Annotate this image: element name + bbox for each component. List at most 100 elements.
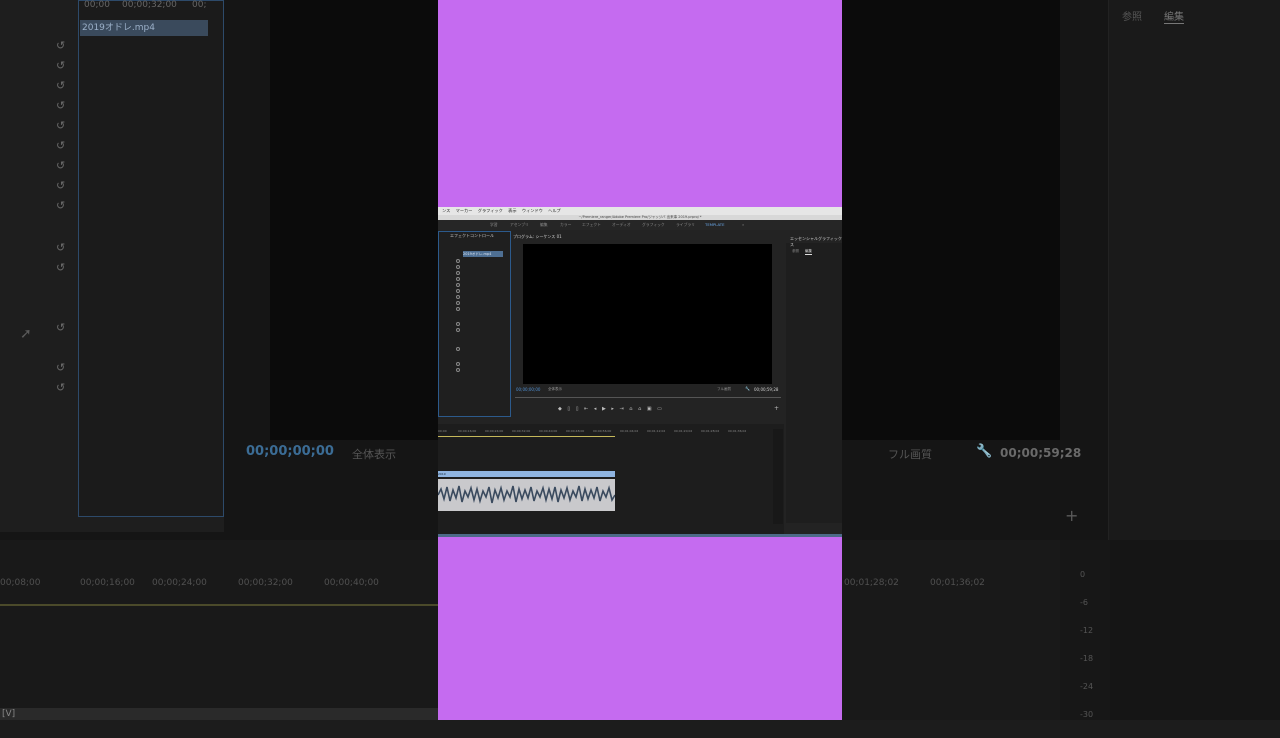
reset-icon: ↺ [56, 119, 66, 132]
reset-icon: ↺ [56, 361, 66, 374]
reset-icon: ↺ [56, 261, 66, 274]
bg-ruler-label: 00;00;40;00 [324, 578, 379, 588]
work-area-bar[interactable] [438, 436, 615, 437]
ruler-label: 00;00;32;00 [512, 429, 531, 433]
cursor-icon: ➚ [20, 326, 32, 342]
ruler-label: 00;00;56;00 [593, 429, 612, 433]
program-duration: 00;00;59;28 [754, 387, 779, 392]
ruler-label: 00;00;16;00 [458, 429, 477, 433]
quality-select[interactable]: フル画質 [717, 387, 731, 392]
program-timecode[interactable]: 00;00;00;00 [516, 387, 540, 392]
reset-icon[interactable] [456, 328, 460, 332]
tab-browse[interactable]: 参照 [792, 249, 799, 254]
reset-icon[interactable] [456, 265, 460, 269]
reset-icon[interactable] [456, 307, 460, 311]
ruler-label: 00;01;20;02 [674, 429, 693, 433]
audio-clip[interactable] [438, 479, 615, 511]
scrub-bar[interactable] [515, 397, 781, 398]
workspace-tab[interactable]: アセンブリ [510, 220, 529, 230]
reset-icon[interactable] [456, 368, 460, 372]
reset-icon[interactable] [456, 347, 460, 351]
menu-item[interactable]: ウィンドウ [522, 208, 543, 213]
bg-ruler-label: 00;00;16;00 [80, 578, 135, 588]
reset-icon: ↺ [56, 39, 66, 52]
add-button-icon[interactable]: + [774, 405, 779, 412]
workspace-tab[interactable]: カラー [560, 220, 571, 230]
workspace-tab[interactable]: エフェクト [582, 220, 601, 230]
workspace-tab[interactable]: 編集 [540, 220, 548, 230]
workspace-tab[interactable]: 学習 [490, 220, 498, 230]
ruler-label: 00;01;12;02 [647, 429, 666, 433]
reset-icon: ↺ [56, 179, 66, 192]
workspace-tabs: 学習 アセンブリ 編集 カラー エフェクト オーディオ グラフィック ライブラリ… [438, 220, 842, 230]
reset-icon: ↺ [56, 321, 66, 334]
bg-ruler-label: 00;00;32;00 [238, 578, 293, 588]
ruler-label: 00;00 [438, 429, 447, 433]
reset-icon[interactable] [456, 362, 460, 366]
premiere-screenshot: ンス マーカー グラフィック 表示 ウィンドウ ヘルプ ~/Premiere_r… [438, 207, 842, 537]
workspace-tab[interactable]: グラフィック [642, 220, 665, 230]
effect-clip-bar[interactable]: 2019オドレ.mp4 [463, 251, 503, 257]
video-clip[interactable]: 2019 [438, 471, 615, 477]
ruler-label: 00;01;36;02 [728, 429, 747, 433]
bg-quality: フル画質 [888, 448, 932, 461]
menu-item[interactable]: マーカー [456, 208, 473, 213]
bg-ruler-label: 00;08;00 [0, 578, 41, 588]
reset-icon[interactable] [456, 283, 460, 287]
program-monitor-title[interactable]: プログラム: シーケンス 01 [513, 234, 562, 240]
waveform-graphic [438, 484, 615, 505]
reset-icon: ↺ [56, 139, 66, 152]
effect-controls-panel [438, 231, 511, 417]
menubar: ンス マーカー グラフィック 表示 ウィンドウ ヘルプ [438, 207, 842, 215]
add-icon: + [1065, 506, 1079, 525]
bg-ruler-label: 00;01;28;02 [844, 578, 899, 588]
ruler-label: 00;00;40;00 [539, 429, 558, 433]
reset-icon[interactable] [456, 289, 460, 293]
program-monitor-view [523, 244, 772, 384]
bg-track-label: [V] [0, 708, 440, 720]
wrench-icon[interactable]: 🔧 [745, 386, 750, 391]
reset-icon[interactable] [456, 277, 460, 281]
reset-icon: ↺ [56, 99, 66, 112]
tab-edit[interactable]: 編集 [805, 249, 812, 255]
reset-icon[interactable] [456, 259, 460, 263]
menu-item[interactable]: グラフィック [478, 208, 503, 213]
audio-meter [773, 429, 783, 524]
bg-timecode-mid: 00;00;32;00 [122, 0, 177, 10]
bottom-strip [438, 534, 842, 537]
bg-timecode-left: 00;00 [84, 0, 110, 10]
effect-controls-title[interactable]: エフェクトコントロール [450, 233, 494, 239]
ruler-label: 00;00;24;00 [485, 429, 504, 433]
bg-program-time: 00;00;00;00 [246, 444, 334, 459]
reset-icon[interactable] [456, 271, 460, 275]
bg-ruler-label: 00;01;36;02 [930, 578, 985, 588]
bg-essential-graphics [1108, 0, 1280, 540]
menu-item[interactable]: 表示 [508, 208, 516, 213]
workspace-tab[interactable]: ライブラリ [676, 220, 695, 230]
reset-icon: ↺ [56, 241, 66, 254]
reset-icon: ↺ [56, 199, 66, 212]
transport-controls[interactable]: ◆ ▯ ▯ ⇤ ◂ ▶ ▸ ⇥ ⌂ ⌂ ▣ ▭ [558, 406, 664, 412]
wrench-icon: 🔧 [976, 444, 993, 459]
bg-zoom-fit: 全体表示 [352, 448, 396, 461]
reset-icon[interactable] [456, 295, 460, 299]
essential-graphics-title[interactable]: エッセンシャルグラフィックス [790, 236, 842, 248]
reset-icon[interactable] [456, 322, 460, 326]
menu-item[interactable]: ンス [442, 208, 450, 213]
reset-icon: ↺ [56, 79, 66, 92]
bg-clip-name: 2019オドレ.mp4 [80, 20, 208, 36]
workspace-tab[interactable]: オーディオ [612, 220, 631, 230]
reset-icon[interactable] [456, 301, 460, 305]
essential-graphics-panel [786, 243, 842, 523]
ruler-label: 00;01;04;02 [620, 429, 639, 433]
bg-ruler-label: 00;00;24;00 [152, 578, 207, 588]
bg-tab-browse: 参照 [1122, 12, 1142, 23]
workspace-tab-active[interactable]: TEMPLATE [705, 220, 725, 230]
ruler-label: 00;01;28;02 [701, 429, 720, 433]
bg-work-area-bar [0, 604, 440, 606]
ruler-label: 00;00;48;00 [566, 429, 585, 433]
zoom-fit-select[interactable]: 全体表示 [548, 387, 562, 392]
menu-item[interactable]: ヘルプ [548, 208, 561, 213]
workspace-overflow[interactable]: » [742, 220, 744, 230]
bg-effects-timeline [78, 0, 224, 517]
